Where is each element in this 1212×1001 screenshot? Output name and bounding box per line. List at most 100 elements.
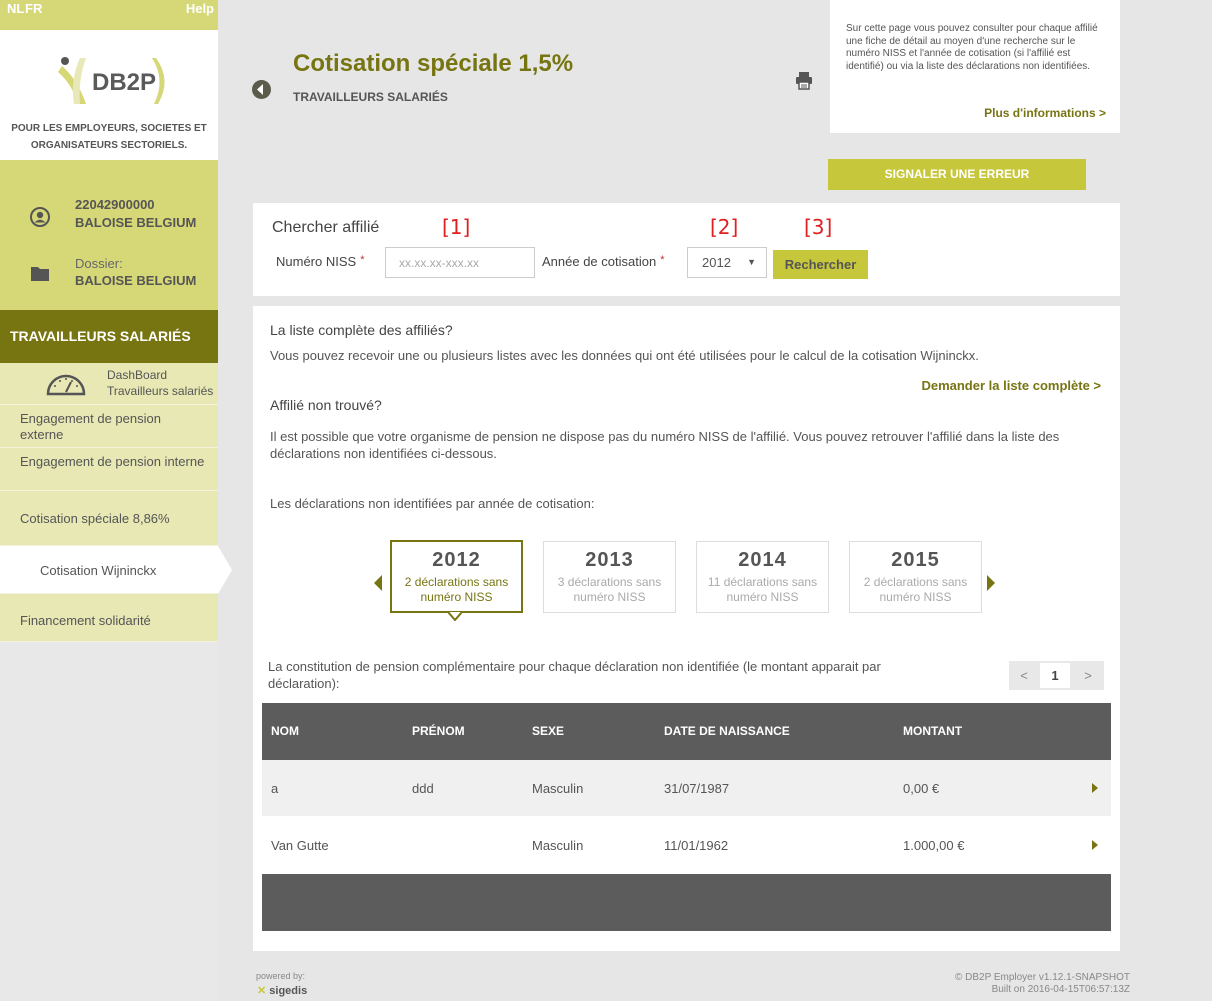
version-info: © DB2P Employer v1.12.1-SNAPSHOT Built o…: [955, 972, 1130, 996]
more-info-link[interactable]: Plus d'informations >: [984, 107, 1106, 120]
column-header-sexe: SEXE: [532, 724, 565, 738]
declarations-label: Les déclarations non identifiées par ann…: [270, 496, 595, 511]
year-select-value: 2012: [702, 255, 731, 270]
not-found-description: Il est possible que votre organisme de p…: [270, 429, 1060, 461]
nav-item-dashboard[interactable]: DashBoard Travailleurs salariés: [0, 363, 218, 405]
breakdown-label: La constitution de pension complémentair…: [268, 659, 881, 691]
column-header-prenom: PRÉNOM: [412, 724, 465, 738]
annotation-3: [3]: [804, 215, 833, 239]
cell-sexe: Masculin: [532, 781, 584, 796]
powered-by-label: powered by:: [256, 971, 306, 981]
niss-label: Numéro NISS *: [276, 254, 364, 269]
cell-nom: Van Gutte: [271, 838, 329, 853]
sigedis-logo-text: sigedis: [269, 985, 308, 997]
cell-prenom: ddd: [412, 781, 434, 796]
version-text: © DB2P Employer v1.12.1-SNAPSHOT: [954, 972, 1130, 983]
lang-fr-link[interactable]: FR: [25, 0, 42, 30]
dossier-value: BALOISE BELGIUM: [75, 273, 197, 288]
logo-text: DB2P: [92, 69, 157, 96]
logo-block: DB2P POUR LES EMPLOYEURS, SOCIETES ET OR…: [0, 30, 218, 160]
niss-label-text: Numéro NISS: [276, 254, 357, 269]
year-label-text: Année de cotisation: [542, 254, 657, 269]
year-card-2014[interactable]: 2014 11 déclarations sans numéro NISS: [696, 541, 829, 613]
niss-input[interactable]: [385, 247, 535, 278]
print-icon[interactable]: [794, 70, 814, 90]
cell-sexe: Masculin: [532, 838, 584, 853]
carousel-next-icon[interactable]: [987, 575, 995, 591]
gauge-icon: [46, 374, 86, 396]
year-card-desc: 2 déclarations sans numéro NISS: [404, 575, 509, 604]
column-header-nom: NOM: [271, 724, 299, 738]
logo-tagline: POUR LES EMPLOYEURS, SOCIETES ET ORGANIS…: [11, 123, 207, 151]
help-link[interactable]: Help: [186, 0, 214, 30]
required-marker: *: [360, 254, 365, 266]
cell-montant: 0,00 €: [903, 781, 940, 796]
build-text: Built on 2016-04-15T06:57:13Z: [991, 984, 1130, 995]
year-card-desc: 2 déclarations sans numéro NISS: [863, 575, 968, 604]
year-card-desc: 3 déclarations sans numéro NISS: [557, 575, 662, 604]
search-card: Chercher affilié [1] [2] [3] Numéro NISS…: [253, 203, 1120, 296]
info-text: Sur cette page vous pouvez consulter pou…: [846, 23, 1098, 72]
nav-list: DashBoard Travailleurs salariés Engageme…: [0, 363, 232, 642]
nav-item-special-contribution[interactable]: Cotisation spéciale 8,86%: [0, 491, 218, 546]
active-notch: [218, 546, 232, 594]
year-card-year: 2015: [891, 549, 940, 571]
year-select[interactable]: 2012 ▼: [687, 247, 767, 278]
folder-icon: [31, 267, 49, 281]
year-label: Année de cotisation *: [542, 254, 664, 269]
account-block: 22042900000 BALOISE BELGIUM Dossier: BAL…: [0, 160, 218, 310]
row-detail-arrow-icon[interactable]: [1092, 840, 1098, 850]
nav-dashboard-label-1: DashBoard: [107, 368, 168, 382]
report-error-button[interactable]: SIGNALER UNE ERREUR: [828, 159, 1086, 190]
nav-item-label: Engagement de pension interne: [20, 454, 205, 469]
nav-item-external-pension[interactable]: Engagement de pension externe: [0, 405, 218, 448]
nav-dashboard-label-2: Travailleurs salariés: [107, 384, 214, 398]
annotation-1: [1]: [442, 215, 471, 239]
nav-item-solidarity[interactable]: Financement solidarité: [0, 594, 218, 642]
employer-name: BALOISE BELGIUM: [75, 215, 197, 230]
year-card-year: 2012: [432, 549, 481, 571]
carousel-prev-icon[interactable]: [374, 575, 382, 591]
not-found-question: Affilié non trouvé?: [270, 397, 382, 413]
full-list-description: Vous pouvez recevoir une ou plusieurs li…: [270, 348, 979, 363]
caret-down-icon: ▼: [747, 257, 756, 267]
lang-nl-link[interactable]: NL: [7, 0, 24, 30]
pager-prev-button[interactable]: <: [1009, 661, 1039, 690]
year-card-2012[interactable]: 2012 2 déclarations sans numéro NISS: [390, 540, 523, 613]
search-button[interactable]: Rechercher: [773, 250, 868, 279]
table-row[interactable]: a ddd Masculin 31/07/1987 0,00 €: [262, 760, 1111, 817]
table-header: NOM PRÉNOM SEXE DATE DE NAISSANCE MONTAN…: [262, 703, 1111, 760]
employer-number: 22042900000: [75, 197, 155, 212]
active-year-pointer: [448, 612, 462, 621]
pagination: < 1 >: [1009, 661, 1104, 690]
row-detail-arrow-icon[interactable]: [1092, 783, 1098, 793]
main-card: La liste complète des affiliés? Vous pou…: [253, 306, 1120, 951]
chevron-left-icon: [257, 84, 263, 95]
info-box: Sur cette page vous pouvez consulter pou…: [830, 0, 1120, 133]
nav-item-label: Engagement de pension externe: [20, 411, 161, 442]
page-subtitle: TRAVAILLEURS SALARIÉS: [293, 90, 448, 104]
nav-item-wijninckx[interactable]: Cotisation Wijninckx: [0, 546, 232, 594]
annotation-2: [2]: [710, 215, 739, 239]
back-button[interactable]: [252, 80, 271, 99]
dossier-label: Dossier:: [75, 256, 123, 271]
required-marker: *: [660, 254, 665, 266]
sigedis-logo: ✕ sigedis: [257, 984, 307, 997]
pager-page-number[interactable]: 1: [1040, 663, 1070, 688]
cell-montant: 1.000,00 €: [903, 838, 965, 853]
request-full-list-link[interactable]: Demander la liste complète >: [921, 378, 1101, 393]
cell-naissance: 31/07/1987: [664, 781, 730, 796]
table-row[interactable]: Van Gutte Masculin 11/01/1962 1.000,00 €: [262, 817, 1111, 874]
nav-section-header[interactable]: TRAVAILLEURS SALARIÉS: [0, 310, 218, 363]
sidebar: NL FR Help DB2P POUR LES EMPLOYEURS, SOC…: [0, 0, 232, 1001]
year-card-2015[interactable]: 2015 2 déclarations sans numéro NISS: [849, 541, 982, 613]
full-list-question: La liste complète des affiliés?: [270, 322, 453, 338]
column-header-naissance: DATE DE NAISSANCE: [664, 724, 790, 738]
pager-next-button[interactable]: >: [1073, 661, 1103, 690]
nav-item-internal-pension[interactable]: Engagement de pension interne: [0, 448, 218, 491]
year-card-2013[interactable]: 2013 3 déclarations sans numéro NISS: [543, 541, 676, 613]
nav-item-label: Cotisation spéciale 8,86%: [20, 511, 170, 526]
nav-item-label: Financement solidarité: [20, 613, 151, 628]
declarations-table: NOM PRÉNOM SEXE DATE DE NAISSANCE MONTAN…: [262, 703, 1111, 931]
table-footer: [262, 874, 1111, 931]
